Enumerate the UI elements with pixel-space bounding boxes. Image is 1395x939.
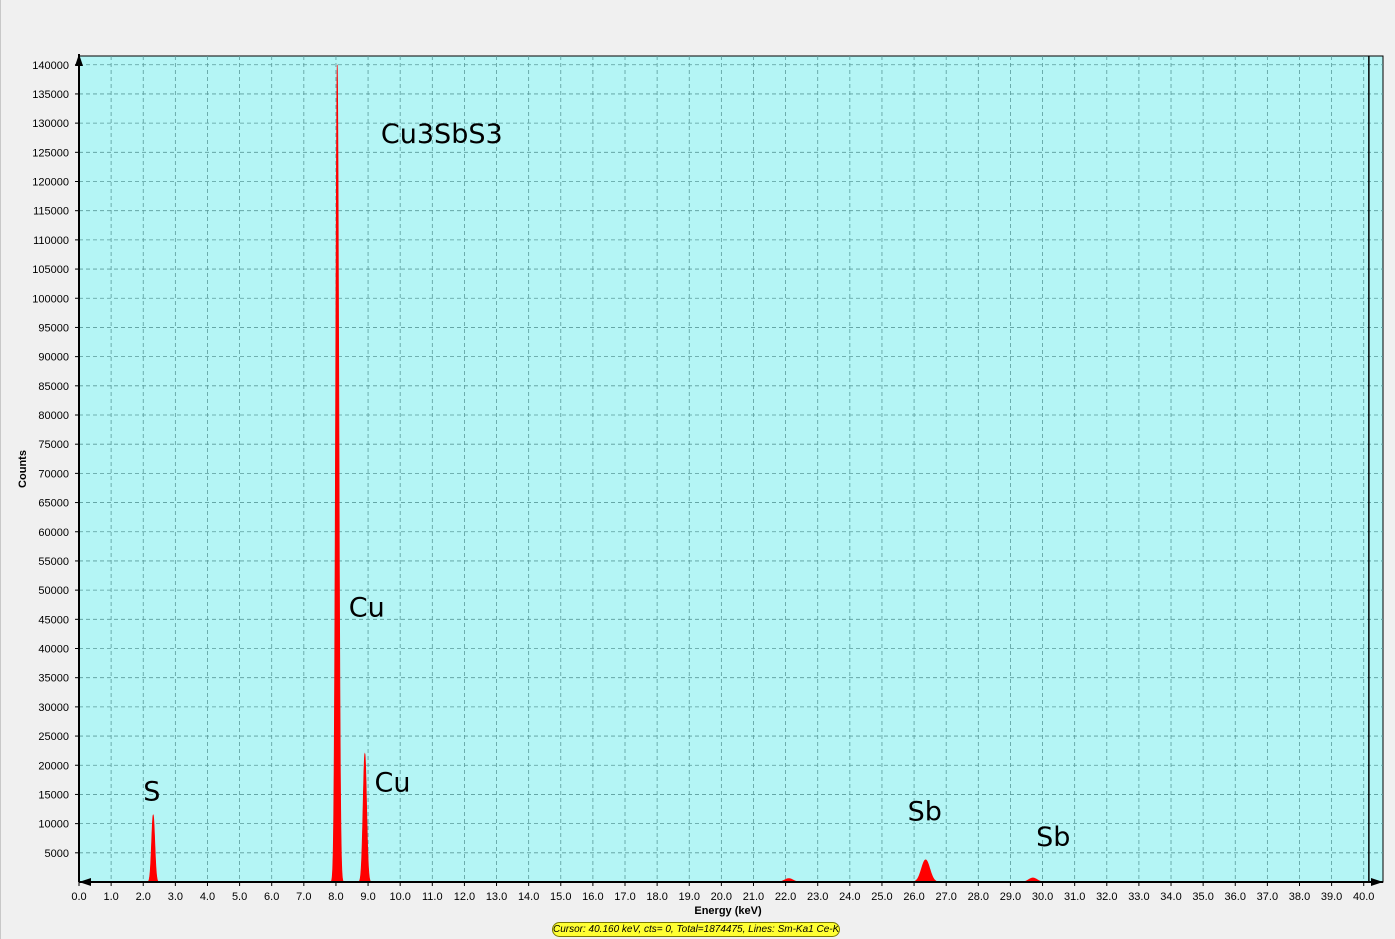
spectrum-window: 5000 10000 15000 20000 25000 30000 35000 40000 4… xyxy=(0,0,1395,939)
eds-spectrum-chart: 5000 10000 15000 20000 25000 30000 35000 40000 4… xyxy=(17,54,1384,917)
peak-label-s: S xyxy=(143,776,160,807)
x-tick-label: 38.0 xyxy=(1289,891,1310,903)
x-tick-label: 16.0 xyxy=(582,891,603,903)
x-tick-label: 24.0 xyxy=(839,891,860,903)
peak-label-sb: Sb xyxy=(908,797,942,828)
plot-area[interactable] xyxy=(78,55,1384,883)
x-tick-label: 17.0 xyxy=(614,891,635,903)
y-tick-label: 105000 xyxy=(32,264,69,276)
y-tick-label: 75000 xyxy=(38,439,69,451)
y-tick-label: 85000 xyxy=(38,381,69,393)
x-tick-label: 21.0 xyxy=(743,891,764,903)
y-tick-label: 20000 xyxy=(38,760,69,772)
y-tick-label: 130000 xyxy=(32,118,69,130)
x-tick-label: 23.0 xyxy=(807,891,828,903)
x-tick-label: 14.0 xyxy=(518,891,539,903)
x-tick-label: 12.0 xyxy=(454,891,475,903)
x-tick-label: 10.0 xyxy=(389,891,410,903)
y-tick-label: 50000 xyxy=(38,585,69,597)
x-tick-label: 15.0 xyxy=(550,891,571,903)
y-tick-label: 60000 xyxy=(38,527,69,539)
y-tick-label: 55000 xyxy=(38,556,69,568)
x-tick-label: 36.0 xyxy=(1225,891,1246,903)
x-tick-label: 4.0 xyxy=(200,891,215,903)
y-tick-label: 90000 xyxy=(38,352,69,364)
x-tick-label: 13.0 xyxy=(486,891,507,903)
y-tick-label: 70000 xyxy=(38,468,69,480)
x-tick-label: 30.0 xyxy=(1032,891,1053,903)
cursor-status-bar: Cursor: 40.160 keV, cts= 0, Total=187447… xyxy=(552,922,840,937)
y-tick-label: 30000 xyxy=(38,702,69,714)
y-tick-label: 125000 xyxy=(32,147,69,159)
x-tick-label: 8.0 xyxy=(328,891,343,903)
x-tick-label: 20.0 xyxy=(711,891,732,903)
x-tick-label: 2.0 xyxy=(136,891,151,903)
x-tick-label: 39.0 xyxy=(1321,891,1342,903)
peak-label-sb: Sb xyxy=(1036,822,1070,853)
x-tick-label: 34.0 xyxy=(1160,891,1181,903)
x-tick-label: 0.0 xyxy=(71,891,86,903)
x-tick-label: 19.0 xyxy=(679,891,700,903)
x-tick-label: 22.0 xyxy=(775,891,796,903)
x-tick-label: 18.0 xyxy=(646,891,667,903)
y-tick-label: 110000 xyxy=(33,235,69,247)
peak-label-cu: Cu xyxy=(349,592,385,623)
y-tick-labels: 5000 10000 15000 20000 25000 30000 35000 40000 4… xyxy=(32,60,69,860)
y-tick-label: 115000 xyxy=(33,206,69,218)
y-tick-label: 100000 xyxy=(32,293,69,305)
x-tick-label: 40.0 xyxy=(1353,891,1374,903)
peak-label-cu: Cu xyxy=(374,768,410,799)
y-tick-label: 10000 xyxy=(38,819,69,831)
y-tick-label: 95000 xyxy=(38,322,69,334)
y-tick-label: 140000 xyxy=(32,60,69,72)
x-tick-label: 3.0 xyxy=(168,891,183,903)
y-tick-label: 65000 xyxy=(38,498,69,510)
x-tick-label: 27.0 xyxy=(935,891,956,903)
x-axis-title: Energy (keV) xyxy=(694,905,762,917)
x-tick-label: 7.0 xyxy=(296,891,311,903)
y-tick-label: 40000 xyxy=(38,644,69,656)
y-tick-label: 120000 xyxy=(32,177,69,189)
x-tick-label: 33.0 xyxy=(1128,891,1149,903)
y-tick-label: 35000 xyxy=(38,673,69,685)
x-tick-labels: 0.0 1.0 2.0 3.0 4.0 5.0 6.0 7.0 8.0 9.0 10.0 11.0 12… xyxy=(71,891,1374,903)
y-tick-label: 45000 xyxy=(38,614,69,626)
x-tick-label: 25.0 xyxy=(871,891,892,903)
y-tick-label: 25000 xyxy=(38,731,69,743)
x-tick-label: 11.0 xyxy=(422,891,443,903)
x-tick-label: 37.0 xyxy=(1257,891,1278,903)
x-tick-label: 31.0 xyxy=(1064,891,1085,903)
y-tick-label: 15000 xyxy=(38,789,69,801)
x-tick-label: 29.0 xyxy=(1000,891,1021,903)
x-tick-label: 9.0 xyxy=(360,891,375,903)
y-tick-label: 80000 xyxy=(38,410,69,422)
y-axis-title: Counts xyxy=(17,450,29,488)
x-tick-label: 1.0 xyxy=(103,891,118,903)
x-tick-label: 32.0 xyxy=(1096,891,1117,903)
chart-title: Cu3SbS3 xyxy=(381,119,503,150)
x-tick-label: 6.0 xyxy=(264,891,279,903)
y-tick-label: 5000 xyxy=(45,848,69,860)
y-tick-label: 135000 xyxy=(32,89,69,101)
x-tick-label: 5.0 xyxy=(232,891,247,903)
x-tick-label: 28.0 xyxy=(968,891,989,903)
x-tick-label: 35.0 xyxy=(1192,891,1213,903)
x-tick-label: 26.0 xyxy=(903,891,924,903)
